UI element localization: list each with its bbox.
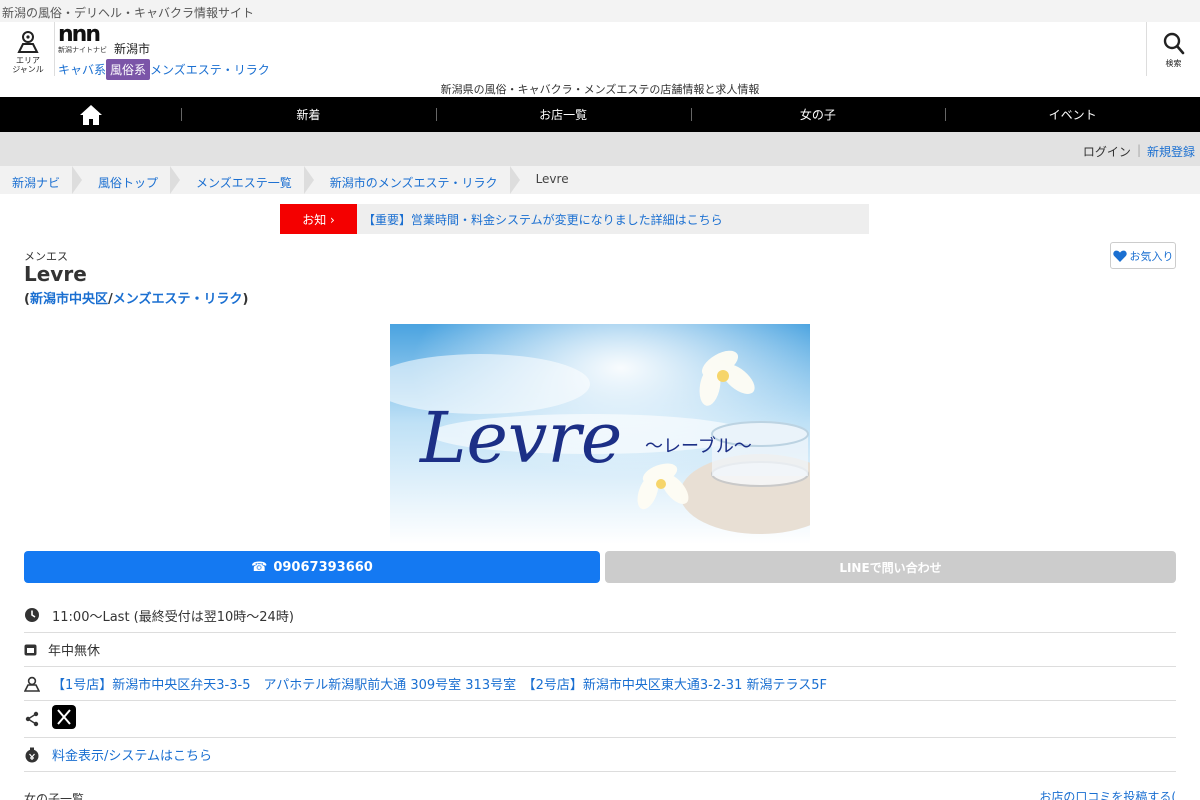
search-button[interactable]: 検索 <box>1146 22 1200 76</box>
login-link[interactable]: ログイン <box>1083 143 1131 160</box>
breadcrumb-item[interactable]: メンズエステ一覧 <box>184 166 318 194</box>
favorite-label: お気入り <box>1129 249 1174 263</box>
area-button-line1: エリア <box>16 56 40 65</box>
holiday-row: 年中無休 <box>24 633 1176 667</box>
share-icon[interactable] <box>24 711 52 727</box>
nav-item[interactable]: 女の子 <box>690 97 946 132</box>
search-icon <box>1163 32 1184 55</box>
notice-banner[interactable]: お知 › 【重要】営業時間・料金システムが変更になりました詳細はこちら <box>280 204 869 234</box>
heart-icon <box>1112 250 1127 262</box>
header-divider <box>54 22 55 76</box>
shop-name: Levre <box>24 262 87 286</box>
line-contact-button[interactable]: LINEで問い合わせ <box>605 551 1176 583</box>
main-nav: 新着 お店一覧 女の子 イベント <box>0 97 1200 132</box>
shop-genre-link[interactable]: メンズエステ・リラク <box>113 292 243 307</box>
register-link[interactable]: 新規登録 <box>1147 143 1195 160</box>
area-button-line2: ジャンル <box>12 65 44 74</box>
genre-link-fuzoku[interactable]: 風俗系 <box>106 59 151 80</box>
search-label: 検索 <box>1165 59 1182 68</box>
call-button[interactable]: ☎ 09067393660 <box>24 551 600 583</box>
logo-mark: nnn <box>58 22 101 47</box>
hero-illustration: Levre ～レーブル～ <box>390 324 810 544</box>
address-link[interactable]: 【1号店】新潟市中央区弁天3-3-5 アパホテル新潟駅前大通 309号室 313… <box>52 674 827 693</box>
breadcrumb-current: Levre <box>535 172 569 186</box>
business-hours: 11:00～Last (最終受付は翌10時〜24時) <box>52 609 294 625</box>
girls-list-heading: 女の子一覧 <box>24 792 85 800</box>
site-description: 新潟の風俗・デリヘル・キャバクラ情報サイト <box>0 0 1200 22</box>
shop-category: (新潟市中央区/メンズエステ・リラク) <box>24 288 248 307</box>
holiday-text: 年中無休 <box>48 644 101 659</box>
site-header: エリア ジャンル nnn 新潟ナイトナビ 新潟市 キャバ系 風俗系 メンズエステ… <box>0 22 1200 97</box>
nav-item[interactable]: イベント <box>945 97 1200 132</box>
genre-link-kyaba[interactable]: キャバ系 <box>58 61 106 78</box>
shop-area-link[interactable]: 新潟市中央区 <box>30 292 108 307</box>
breadcrumb: 新潟ナビ 風俗トップ メンズエステ一覧 新潟市のメンズエステ・リラク Levre <box>0 166 1200 194</box>
map-icon <box>24 676 52 692</box>
price-icon <box>24 747 52 763</box>
x-share-icon[interactable] <box>52 705 76 733</box>
calendar-icon <box>24 643 48 656</box>
area-pin-icon <box>17 31 39 53</box>
share-row <box>24 701 1176 738</box>
account-separator: | <box>1136 143 1141 157</box>
area-genre-button[interactable]: エリア ジャンル <box>8 30 48 82</box>
phone-icon: ☎ <box>251 559 268 575</box>
home-icon <box>79 104 102 125</box>
price-system-link[interactable]: 料金表示/システムはこちら <box>52 745 212 764</box>
notice-tag: お知 › <box>280 204 357 234</box>
hero-subtitle: ～レーブル～ <box>645 435 752 457</box>
review-post-link[interactable]: お店の口コミを投稿する( <box>1039 788 1176 800</box>
account-bar: ログイン | 新規登録 <box>0 132 1200 166</box>
site-logo[interactable]: nnn 新潟ナイトナビ <box>58 24 110 58</box>
favorite-button[interactable]: お気入り <box>1110 242 1176 269</box>
nav-item[interactable]: お店一覧 <box>435 97 691 132</box>
breadcrumb-item[interactable]: 風俗トップ <box>86 166 184 194</box>
current-area: 新潟市 <box>114 42 151 56</box>
price-row: 料金表示/システムはこちら <box>24 738 1176 772</box>
genre-switcher: キャバ系 風俗系 メンズエステ・リラク <box>58 59 270 80</box>
hero-title: Levre <box>418 397 622 479</box>
hours-row: 11:00～Last (最終受付は翌10時〜24時) <box>24 598 1176 633</box>
clock-icon <box>24 607 52 623</box>
notice-text[interactable]: 【重要】営業時間・料金システムが変更になりました詳細はこちら <box>357 211 723 228</box>
breadcrumb-item[interactable]: 新潟ナビ <box>0 166 86 194</box>
genre-link-mens-este[interactable]: メンズエステ・リラク <box>150 61 270 78</box>
category-close-paren: ) <box>242 292 249 307</box>
breadcrumb-item[interactable]: 新潟市のメンズエステ・リラク <box>318 166 524 194</box>
nav-item[interactable]: 新着 <box>181 97 436 132</box>
shop-hero-image: Levre ～レーブル～ <box>390 324 810 544</box>
phone-number: 09067393660 <box>273 559 373 575</box>
address-row: 【1号店】新潟市中央区弁天3-3-5 アパホテル新潟駅前大通 309号室 313… <box>24 667 1176 701</box>
logo-subtitle: 新潟ナイトナビ <box>58 46 107 54</box>
nav-home[interactable] <box>0 97 181 132</box>
header-tagline: 新潟県の風俗・キャバクラ・メンズエステの店舗情報と求人情報 <box>440 83 760 96</box>
